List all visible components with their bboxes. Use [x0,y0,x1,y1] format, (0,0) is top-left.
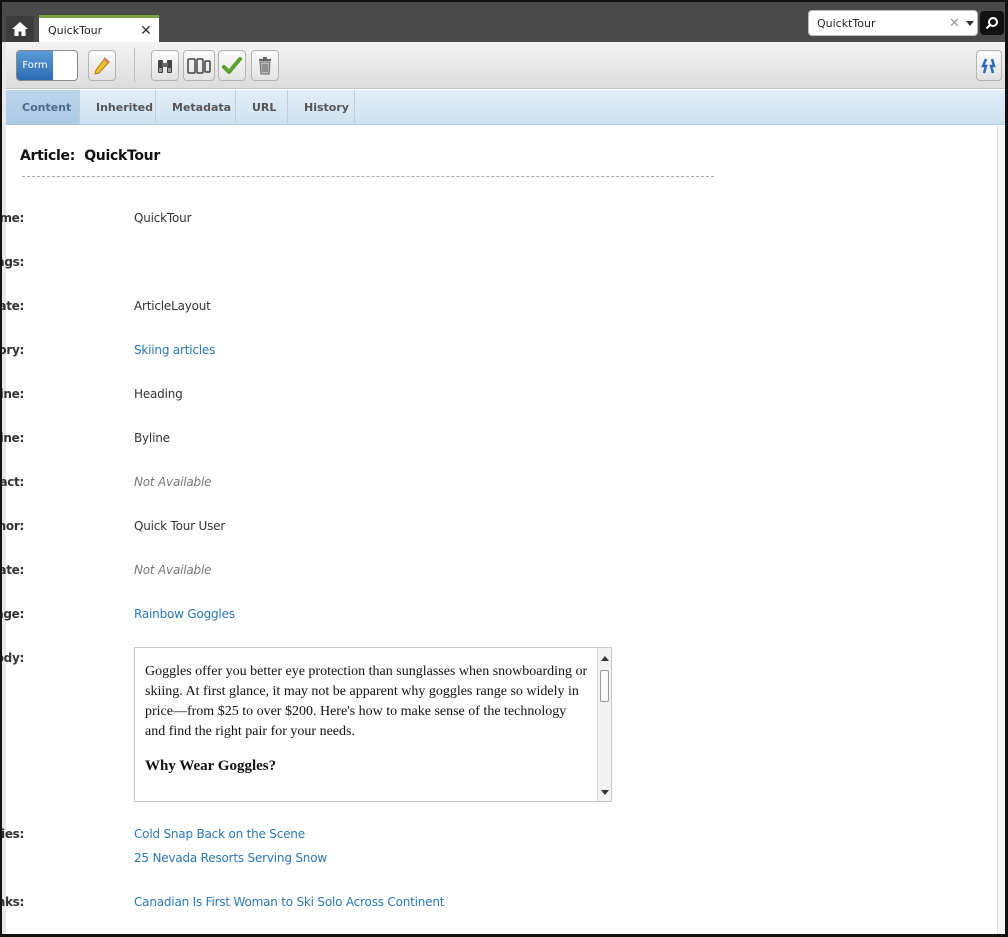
form-view-toggle[interactable]: Form [16,50,78,81]
form-toggle-label: Form [17,51,53,80]
devices-preview-button[interactable] [183,50,215,81]
field-post-date: Post Date: Not Available [2,563,906,583]
related-link[interactable]: Canadian Is First Woman to Ski Solo Acro… [134,895,444,909]
search-button[interactable] [980,11,1004,35]
body-text: Goggles offer you better eye protection … [145,662,589,776]
field-label: Author: [0,519,24,533]
title-prefix: Article: [20,148,76,164]
trash-icon [259,56,271,74]
toolbar: Form [2,42,1005,89]
field-label: Sub-headline: [0,431,24,445]
field-value: Byline [134,431,170,445]
title-divider [22,176,714,177]
pencil-icon [94,56,110,75]
category-link[interactable]: Skiing articles [134,343,215,357]
document-tab-label: QuickTour [48,23,103,37]
field-label: Category: [2,343,24,357]
field-label: Abstract: [0,475,24,489]
field-author: Author: Quick Tour User [2,519,906,539]
checkmark-icon [222,56,242,74]
app-window: QuickTour ✕ ✕ Form [0,0,1008,937]
field-value: ArticleLayout [134,299,211,313]
content-pane: Article: QuickTour *Name: QuickTour Tags… [2,126,1000,934]
page-title: Article: QuickTour [20,148,160,164]
binoculars-icon [158,59,172,73]
field-name: *Name: QuickTour [2,211,906,231]
field-label: Tags: [2,255,24,269]
delete-button[interactable] [251,50,279,81]
field-label: Related Links: [2,895,24,909]
search-icon [985,17,998,30]
approve-button[interactable] [218,50,246,81]
field-value: Quick Tour User [134,519,226,533]
tab-metadata[interactable]: Metadata [156,90,236,125]
page-scrollbar[interactable] [997,126,1005,934]
field-label: Body: [2,651,24,665]
field-subheadline: Sub-headline: Byline [2,431,906,451]
field-value: Not Available [134,563,212,577]
related-story-link[interactable]: 25 Nevada Resorts Serving Snow [134,851,327,865]
sync-button[interactable] [976,50,1002,81]
clear-icon[interactable]: ✕ [949,15,960,31]
scroll-down-icon[interactable] [601,790,609,795]
field-label: Template: [2,299,24,313]
field-category: Category: Skiing articles [2,343,906,363]
field-headline: Headline: Heading [2,387,906,407]
tab-content[interactable]: Content [6,90,80,125]
close-icon[interactable]: ✕ [137,21,155,39]
field-tags: Tags: [2,255,906,275]
tab-url[interactable]: URL [236,90,288,125]
toolbar-separator [134,48,135,82]
field-related-stories-2: 25 Nevada Resorts Serving Snow [6,851,906,871]
field-label: Headline: [2,387,24,401]
top-bar: QuickTour ✕ ✕ [2,2,1005,42]
field-value: Not Available [134,475,212,489]
tab-inherited[interactable]: Inherited [80,90,156,125]
search-box: ✕ [808,10,978,36]
home-button[interactable] [6,16,34,42]
field-label: Related Stories: [1,827,24,841]
home-icon [12,22,28,36]
edit-button[interactable] [88,50,116,81]
field-label: Post Date: [2,563,24,577]
field-label: *Name: [0,211,24,225]
body-scrollbar[interactable] [597,648,611,801]
body-content-box[interactable]: Goggles offer you better eye protection … [134,647,612,802]
field-value: Heading [134,387,183,401]
tab-history[interactable]: History [288,90,355,125]
chevron-down-icon[interactable] [965,20,974,26]
title-name: QuickTour [84,148,160,164]
main-image-link[interactable]: Rainbow Goggles [134,607,235,621]
field-label: Main Image: [2,607,24,621]
field-abstract: Abstract: Not Available [2,475,906,495]
body-heading: Why Wear Goggles? [145,758,277,774]
search-input[interactable] [817,16,947,30]
field-main-image: Main Image: Rainbow Goggles [2,607,906,627]
field-related-links: Related Links: Canadian Is First Woman t… [2,895,906,915]
related-story-link[interactable]: Cold Snap Back on the Scene [134,827,305,841]
scroll-up-icon[interactable] [601,656,609,661]
scroll-thumb[interactable] [600,670,609,702]
document-tab[interactable]: QuickTour ✕ [39,15,159,42]
field-template: Template: ArticleLayout [2,299,906,319]
devices-icon [187,57,211,74]
preview-button[interactable] [151,50,179,81]
body-paragraph: Goggles offer you better eye protection … [145,664,588,739]
field-related-stories: Related Stories: Cold Snap Back on the S… [2,827,906,847]
sync-icon [981,58,996,73]
content-tabs: Content Inherited Metadata URL History [6,90,1005,125]
field-value: QuickTour [134,211,192,225]
